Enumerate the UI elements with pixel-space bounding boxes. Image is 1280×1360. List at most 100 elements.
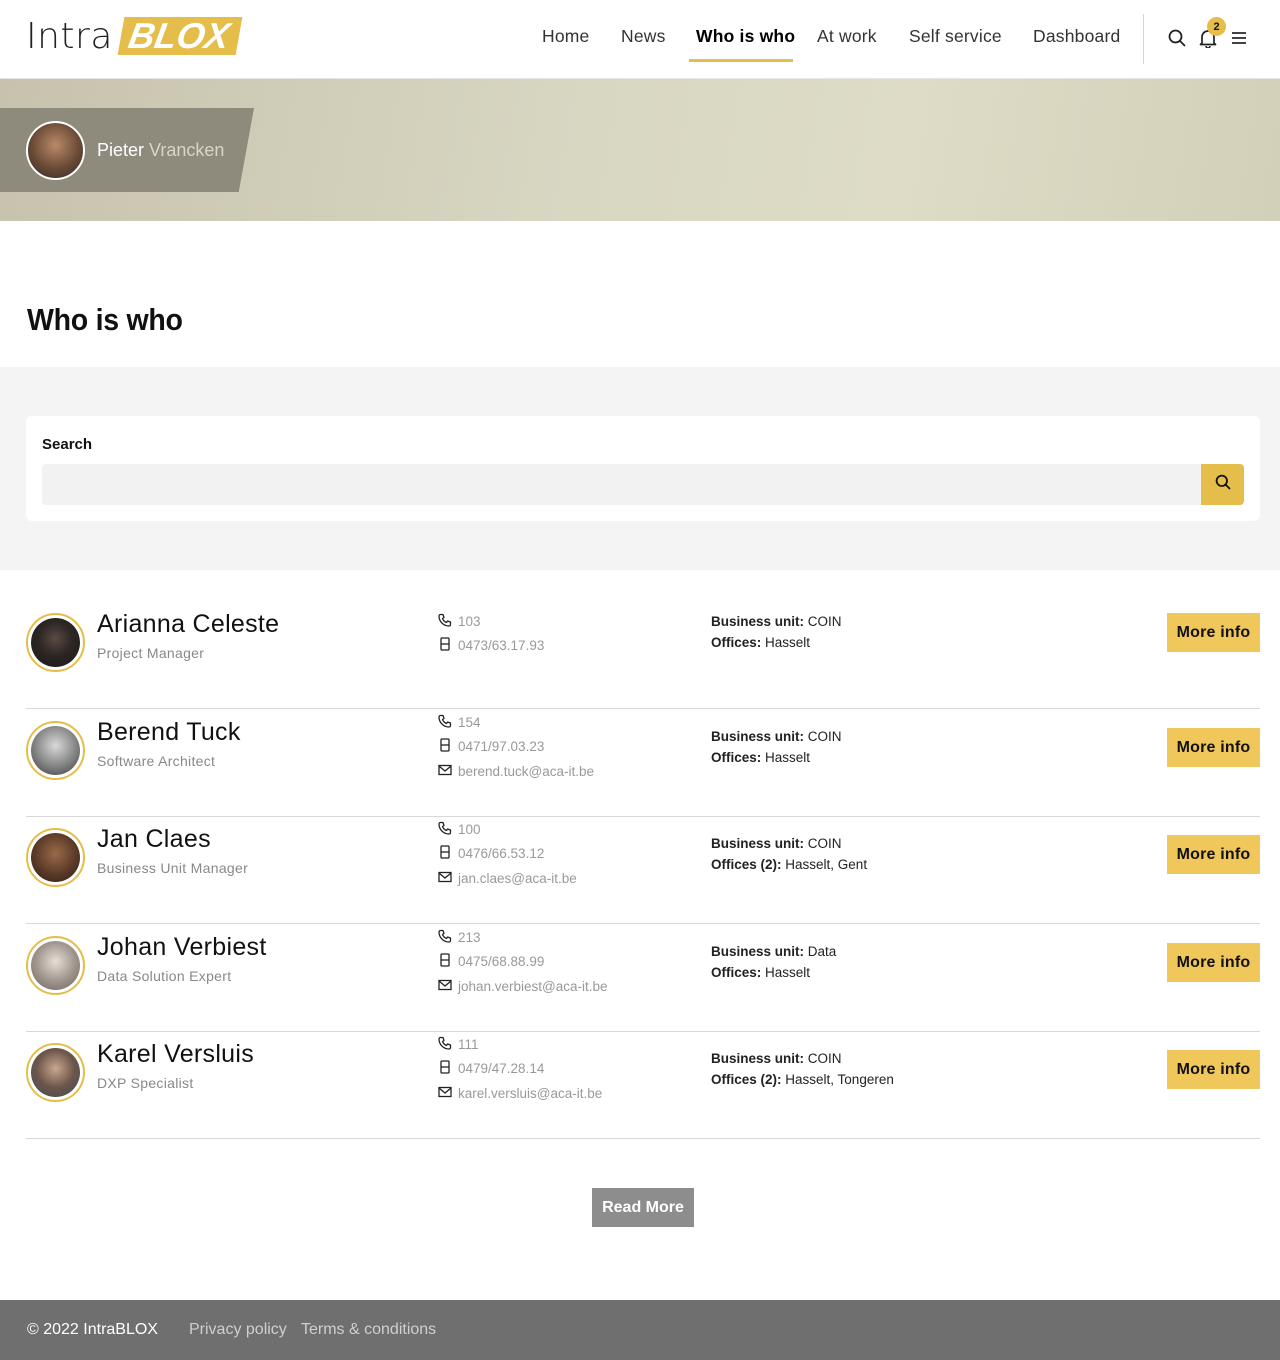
- more-info-button[interactable]: More info: [1167, 835, 1260, 874]
- contact-mobile[interactable]: 0475/68.88.99: [438, 953, 544, 970]
- email-address: johan.verbiest@aca-it.be: [458, 979, 608, 994]
- mobile-icon: [438, 738, 458, 755]
- phone-icon: [438, 929, 458, 946]
- offices-value: Hasselt: [765, 965, 811, 980]
- person-name[interactable]: Johan Verbiest: [97, 933, 267, 962]
- read-more-button[interactable]: Read More: [592, 1188, 694, 1227]
- phone-extension: 111: [458, 1037, 479, 1052]
- business-unit-label: Business unit:: [711, 614, 805, 629]
- search-label: Search: [42, 436, 93, 453]
- more-info-button[interactable]: More info: [1167, 613, 1260, 652]
- terms-conditions-link[interactable]: Terms & conditions: [301, 1321, 436, 1339]
- business-unit-value: COIN: [807, 614, 842, 629]
- nav-item-home[interactable]: Home: [542, 26, 589, 47]
- business-unit-label: Business unit:: [711, 836, 805, 851]
- person-row: Arianna Celeste Project Manager 103 0473/63…: [26, 602, 1260, 709]
- business-unit-value: Data: [807, 944, 837, 959]
- envelope-icon: [438, 1085, 458, 1102]
- avatar[interactable]: [26, 936, 85, 995]
- business-unit: Business unit: COIN: [711, 729, 842, 744]
- person-role: Business Unit Manager: [97, 860, 249, 876]
- current-user-last-name: Vrancken: [149, 140, 225, 160]
- avatar[interactable]: [26, 828, 85, 887]
- phone-icon: [438, 1036, 458, 1053]
- nav-item-news[interactable]: News: [621, 26, 666, 47]
- avatar[interactable]: [26, 121, 85, 180]
- person-name[interactable]: Karel Versluis: [97, 1040, 254, 1069]
- search-icon[interactable]: [1166, 27, 1188, 49]
- search-icon: [1215, 474, 1231, 495]
- nav-item-self-service[interactable]: Self service: [909, 26, 1002, 47]
- contact-mobile[interactable]: 0479/47.28.14: [438, 1060, 544, 1077]
- mobile-number: 0471/97.03.23: [458, 739, 545, 754]
- active-nav-underline: [689, 59, 793, 62]
- mobile-number: 0479/47.28.14: [458, 1061, 545, 1076]
- more-info-button[interactable]: More info: [1167, 943, 1260, 982]
- person-role: Project Manager: [97, 645, 205, 661]
- more-info-button[interactable]: More info: [1167, 728, 1260, 767]
- envelope-icon: [438, 763, 458, 780]
- email-address: berend.tuck@aca-it.be: [458, 764, 595, 779]
- search-button[interactable]: [1201, 464, 1244, 505]
- offices: Offices: Hasselt: [711, 750, 810, 765]
- person-role: Data Solution Expert: [97, 968, 232, 984]
- person-name[interactable]: Arianna Celeste: [97, 610, 279, 639]
- business-unit: Business unit: COIN: [711, 614, 842, 629]
- hamburger-icon[interactable]: [1228, 28, 1250, 48]
- contact-email[interactable]: jan.claes@aca-it.be: [438, 870, 577, 887]
- offices-value: Hasselt, Gent: [785, 857, 868, 872]
- email-address: karel.versluis@aca-it.be: [458, 1086, 603, 1101]
- avatar[interactable]: [26, 721, 85, 780]
- avatar[interactable]: [26, 613, 85, 672]
- footer-copyright: © 2022 IntraBLOX: [27, 1321, 158, 1338]
- contact-mobile[interactable]: 0471/97.03.23: [438, 738, 544, 755]
- nav-item-at-work[interactable]: At work: [817, 26, 877, 47]
- offices: Offices (2): Hasselt, Gent: [711, 857, 867, 872]
- phone-icon: [438, 613, 458, 630]
- mobile-number: 0475/68.88.99: [458, 954, 545, 969]
- business-unit-label: Business unit:: [711, 729, 805, 744]
- phone-icon: [438, 821, 458, 838]
- phone-extension: 154: [458, 715, 481, 730]
- business-unit: Business unit: COIN: [711, 836, 842, 851]
- business-unit-value: COIN: [807, 836, 842, 851]
- person-name[interactable]: Jan Claes: [97, 825, 211, 854]
- mobile-number: 0476/66.53.12: [458, 846, 545, 861]
- business-unit-label: Business unit:: [711, 944, 805, 959]
- nav-item-who-is-who[interactable]: Who is who: [696, 26, 795, 47]
- contact-email[interactable]: berend.tuck@aca-it.be: [438, 763, 594, 780]
- contact-phone[interactable]: 213: [438, 929, 481, 946]
- search-input[interactable]: [42, 464, 1202, 505]
- offices-value: Hasselt: [765, 635, 811, 650]
- business-unit: Business unit: COIN: [711, 1051, 842, 1066]
- avatar[interactable]: [26, 1043, 85, 1102]
- contact-phone[interactable]: 154: [438, 714, 481, 731]
- contact-email[interactable]: karel.versluis@aca-it.be: [438, 1085, 602, 1102]
- offices: Offices: Hasselt: [711, 635, 810, 650]
- logo-text-intra: Intra: [26, 15, 113, 57]
- privacy-policy-link[interactable]: Privacy policy: [189, 1321, 287, 1339]
- mobile-number: 0473/63.17.93: [458, 638, 545, 653]
- logo[interactable]: Intra BLOX: [26, 15, 243, 57]
- contact-email[interactable]: johan.verbiest@aca-it.be: [438, 978, 608, 995]
- contact-phone[interactable]: 111: [438, 1036, 479, 1053]
- contact-phone[interactable]: 100: [438, 821, 481, 838]
- person-row: Karel Versluis DXP Specialist 111 0479/47.2…: [26, 1032, 1260, 1139]
- nav-item-dashboard[interactable]: Dashboard: [1033, 26, 1120, 47]
- phone-icon: [438, 714, 458, 731]
- contact-phone[interactable]: 103: [438, 613, 481, 630]
- offices: Offices: Hasselt: [711, 965, 810, 980]
- offices-label: Offices (2):: [711, 857, 782, 872]
- contact-mobile[interactable]: 0476/66.53.12: [438, 845, 544, 862]
- business-unit: Business unit: Data: [711, 944, 836, 959]
- email-address: jan.claes@aca-it.be: [458, 871, 577, 886]
- person-row: Berend Tuck Software Architect 154 0471/97.…: [26, 710, 1260, 817]
- business-unit-value: COIN: [807, 729, 842, 744]
- mobile-icon: [438, 1060, 458, 1077]
- more-info-button[interactable]: More info: [1167, 1050, 1260, 1089]
- person-row: Johan Verbiest Data Solution Expert 213 047…: [26, 925, 1260, 1032]
- contact-mobile[interactable]: 0473/63.17.93: [438, 637, 544, 654]
- envelope-icon: [438, 870, 458, 887]
- offices-label: Offices (2):: [711, 1072, 782, 1087]
- person-name[interactable]: Berend Tuck: [97, 718, 241, 747]
